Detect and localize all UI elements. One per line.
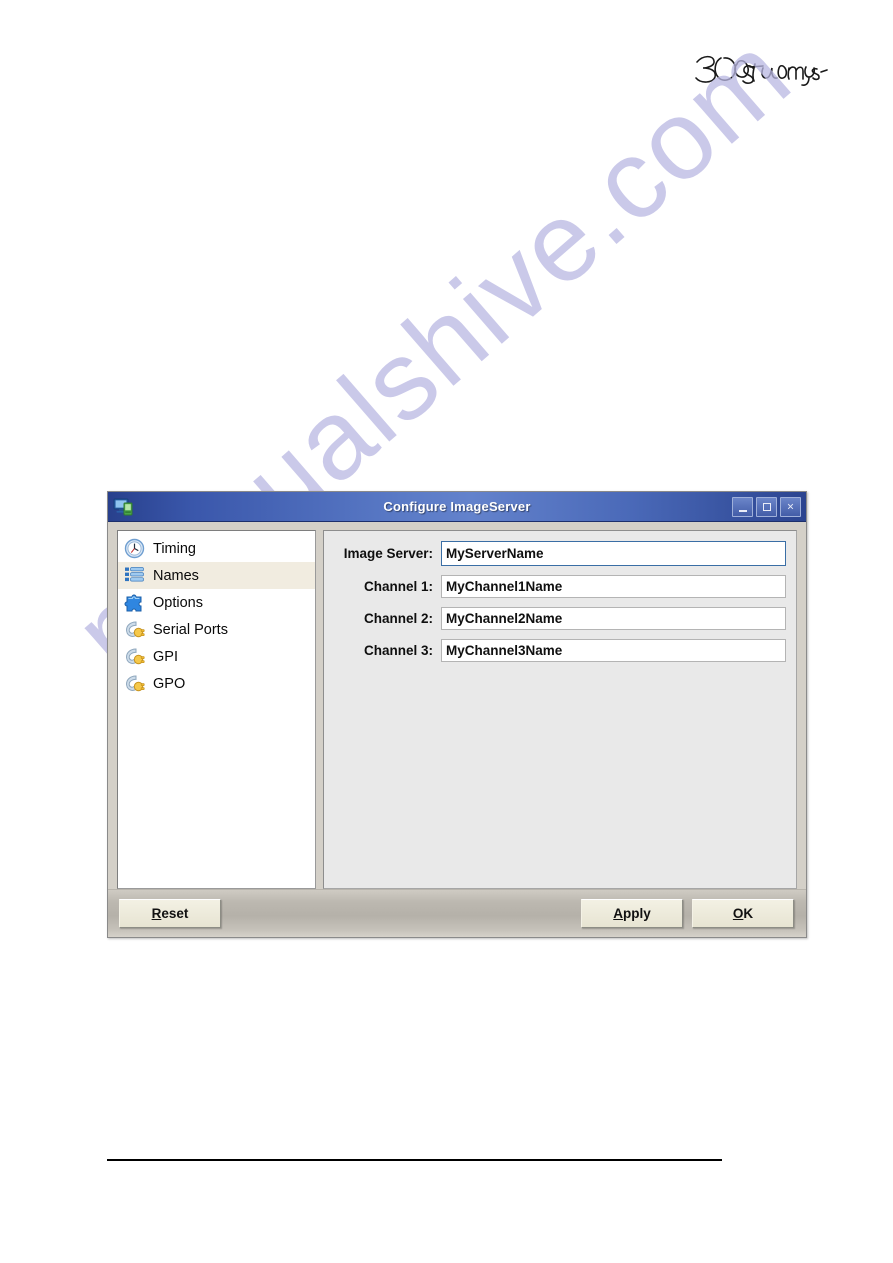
dialog-titlebar[interactable]: Configure ImageServer × bbox=[108, 492, 806, 522]
minimize-icon bbox=[738, 509, 747, 512]
plug-icon bbox=[124, 646, 145, 667]
form-row-image-server: Image Server: bbox=[332, 541, 786, 566]
apply-button[interactable]: Apply bbox=[581, 899, 683, 928]
maximize-button[interactable] bbox=[756, 496, 777, 517]
clock-icon bbox=[124, 538, 145, 559]
sidebar-item-gpo[interactable]: GPO bbox=[118, 670, 315, 697]
puzzle-piece-icon bbox=[124, 592, 145, 613]
dialog-title: Configure ImageServer bbox=[383, 499, 531, 514]
sidebar-item-label: Options bbox=[153, 594, 203, 611]
ok-button[interactable]: OK bbox=[692, 899, 794, 928]
apply-accel: A bbox=[613, 906, 623, 921]
computer-server-icon bbox=[113, 497, 135, 517]
channel-2-label: Channel 2: bbox=[363, 611, 433, 626]
ok-label-rest: K bbox=[743, 906, 754, 921]
sidebar-item-options[interactable]: Options bbox=[118, 589, 315, 616]
window-controls: × bbox=[732, 496, 801, 517]
channel-1-input[interactable] bbox=[441, 575, 786, 598]
sidebar-item-timing[interactable]: Timing bbox=[118, 535, 315, 562]
names-settings-panel: Image Server: Channel 1: Channel 2: Chan… bbox=[323, 530, 797, 889]
close-button[interactable]: × bbox=[780, 496, 801, 517]
form-row-channel-1: Channel 1: bbox=[332, 575, 786, 598]
sidebar-item-label: GPI bbox=[153, 648, 178, 665]
form-row-channel-2: Channel 2: bbox=[332, 607, 786, 630]
reset-button[interactable]: Reset bbox=[119, 899, 221, 928]
sidebar-item-gpi[interactable]: GPI bbox=[118, 643, 315, 670]
footer-rule bbox=[107, 1159, 722, 1161]
close-icon: × bbox=[786, 499, 794, 513]
settings-category-list[interactable]: Timing Names Options Serial Ports GPI GP… bbox=[117, 530, 316, 889]
channel-1-label: Channel 1: bbox=[363, 579, 433, 594]
sidebar-item-label: Timing bbox=[153, 540, 196, 557]
sidebar-item-label: GPO bbox=[153, 675, 186, 692]
plug-icon bbox=[124, 673, 145, 694]
reset-label-rest: eset bbox=[161, 906, 189, 921]
sidebar-item-names[interactable]: Names bbox=[118, 562, 315, 589]
sidebar-item-label: Names bbox=[153, 567, 199, 584]
channel-3-label: Channel 3: bbox=[363, 643, 433, 658]
minimize-button[interactable] bbox=[732, 496, 753, 517]
dialog-button-bar: Reset Apply OK bbox=[108, 889, 806, 937]
ok-accel: O bbox=[732, 906, 744, 921]
dialog-content: Timing Names Options Serial Ports GPI GP… bbox=[108, 522, 806, 889]
configure-imageserver-dialog: Configure ImageServer × Timing Names Opt… bbox=[107, 491, 807, 938]
dialog-body: Timing Names Options Serial Ports GPI GP… bbox=[108, 522, 806, 937]
sidebar-item-label: Serial Ports bbox=[153, 621, 228, 638]
form-row-channel-3: Channel 3: bbox=[332, 639, 786, 662]
maximize-icon bbox=[762, 502, 771, 511]
plug-icon bbox=[124, 619, 145, 640]
brand-logo bbox=[691, 44, 831, 90]
channel-2-input[interactable] bbox=[441, 607, 786, 630]
sidebar-item-serial-ports[interactable]: Serial Ports bbox=[118, 616, 315, 643]
image-server-input[interactable] bbox=[441, 541, 786, 566]
image-server-label: Image Server: bbox=[343, 546, 433, 561]
list-icon bbox=[124, 565, 145, 586]
reset-accel: R bbox=[151, 906, 162, 921]
apply-label-rest: pply bbox=[622, 906, 651, 921]
channel-3-input[interactable] bbox=[441, 639, 786, 662]
